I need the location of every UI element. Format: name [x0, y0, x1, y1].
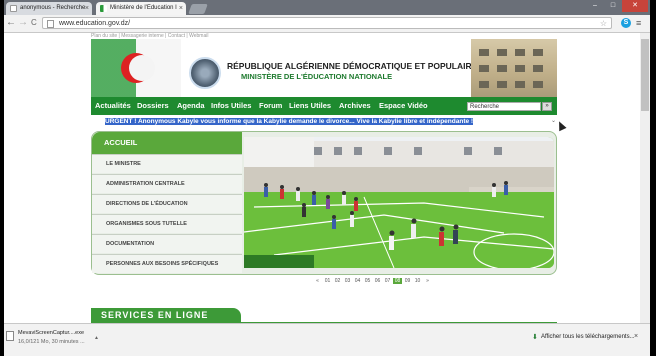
slideshow-photo[interactable]	[244, 137, 554, 268]
sidebar-item-administration[interactable]: ADMINISTRATION CENTRALE	[92, 174, 242, 193]
sidebar-item-documentation[interactable]: DOCUMENTATION	[92, 234, 242, 253]
search-input[interactable]: Recherche	[467, 102, 541, 111]
slideshow-pager: «01 02 03 04 05 06 07 08 09 10»	[313, 278, 433, 284]
new-tab-button[interactable]	[188, 4, 208, 14]
back-icon[interactable]: ←	[6, 17, 16, 29]
menu-icon[interactable]: ≡	[636, 18, 641, 28]
main-panel: ACCUEIL LE MINISTRE ADMINISTRATION CENTR…	[91, 131, 557, 275]
services-heading: SERVICES EN LIGNE	[91, 308, 241, 322]
vertical-scrollbar[interactable]	[640, 33, 650, 323]
pager-page-09[interactable]: 09	[403, 278, 412, 284]
nav-liens-utiles[interactable]: Liens Utiles	[289, 97, 331, 115]
download-file-name: MevaviScreenCaptur....exe	[18, 330, 85, 336]
pager-page-07[interactable]: 07	[383, 278, 392, 284]
close-tab-icon[interactable]: ×	[85, 2, 89, 15]
forward-icon[interactable]: →	[18, 17, 28, 29]
sidebar-item-organismes[interactable]: ORGANISMES SOUS TUTELLE	[92, 214, 242, 233]
mouse-cursor-icon	[555, 119, 567, 132]
sidebar-item-directions[interactable]: DIRECTIONS DE L'ÉDUCATION	[92, 194, 242, 213]
sidebar-item-personnes[interactable]: PERSONNES AUX BESOINS SPÉCIFIQUES	[92, 254, 242, 273]
sidebar-header[interactable]: ACCUEIL	[92, 132, 242, 154]
sidebar-item-le-ministre[interactable]: LE MINISTRE	[92, 154, 242, 173]
nav-actualites[interactable]: Actualités	[95, 97, 131, 115]
close-window-button[interactable]: ✕	[622, 0, 648, 12]
website: Plan du site | Messagerie interne | Cont…	[91, 33, 567, 323]
tab-education[interactable]: Ministère de l'Education I ×	[96, 2, 186, 15]
nav-dossiers[interactable]: Dossiers	[137, 97, 169, 115]
pager-prev-button[interactable]: «	[313, 278, 322, 284]
pager-next-button[interactable]: »	[423, 278, 432, 284]
file-icon	[6, 331, 14, 341]
schoolyard-image	[244, 137, 554, 268]
pager-page-02[interactable]: 02	[333, 278, 342, 284]
ministry-emblem-icon	[189, 57, 221, 89]
news-ticker[interactable]: URGENT ! Anonymous Kabyle vous informe q…	[105, 117, 535, 127]
nav-espace-video[interactable]: Espace Vidéo	[379, 97, 428, 115]
download-item[interactable]: MevaviScreenCaptur....exe 16,0/121 Mo, 3…	[6, 329, 99, 351]
nav-agenda[interactable]: Agenda	[177, 97, 205, 115]
url-text: www.education.gov.dz/	[59, 20, 131, 27]
nav-archives[interactable]: Archives	[339, 97, 371, 115]
show-all-downloads-link[interactable]: Afficher tous les téléchargements...	[541, 334, 635, 340]
url-input[interactable]: www.education.gov.dz/ ☆	[42, 17, 612, 29]
nav-forum[interactable]: Forum	[259, 97, 282, 115]
nav-infos-utiles[interactable]: Infos Utiles	[211, 97, 251, 115]
site-subtitle: Ministère de l'Éducation Nationale	[241, 72, 393, 81]
sidebar: ACCUEIL LE MINISTRE ADMINISTRATION CENTR…	[92, 132, 242, 274]
bookmark-star-icon[interactable]: ☆	[600, 18, 607, 30]
download-status: 16,0/121 Mo, 30 minutes ...	[18, 339, 85, 345]
address-bar: ← → C www.education.gov.dz/ ☆ S ≡	[4, 15, 650, 33]
ticker-text: URGENT ! Anonymous Kabyle vous informe q…	[105, 118, 474, 125]
pager-page-08[interactable]: 08	[393, 278, 402, 284]
download-icon: ⬇	[532, 334, 538, 341]
reload-icon[interactable]: C	[31, 17, 37, 29]
tab-label: Ministère de l'Education I	[110, 5, 177, 11]
pager-page-03[interactable]: 03	[343, 278, 352, 284]
search-button[interactable]: »	[542, 102, 552, 111]
close-tab-icon[interactable]: ×	[179, 2, 183, 15]
pager-page-06[interactable]: 06	[373, 278, 382, 284]
download-menu-icon[interactable]: ▲	[94, 335, 99, 341]
tab-bar: anonymous - Recherche × Ministère de l'E…	[4, 0, 650, 15]
site-header: République Algérienne Démocratique et Po…	[91, 39, 557, 99]
site-title: République Algérienne Démocratique et Po…	[227, 61, 478, 71]
pager-page-05[interactable]: 05	[363, 278, 372, 284]
scrollbar-thumb[interactable]	[641, 39, 649, 111]
building-photo	[471, 39, 557, 99]
flag-favicon-icon	[100, 5, 107, 12]
pager-page-10[interactable]: 10	[413, 278, 422, 284]
tab-label: anonymous - Recherche	[20, 5, 86, 11]
tab-search[interactable]: anonymous - Recherche ×	[6, 2, 92, 15]
maximize-button[interactable]: □	[604, 0, 622, 12]
pager-page-01[interactable]: 01	[323, 278, 332, 284]
skype-icon[interactable]: S	[621, 18, 631, 28]
page-icon	[47, 20, 54, 28]
minimize-button[interactable]: –	[586, 0, 604, 12]
close-download-bar-icon[interactable]: ×	[634, 333, 638, 340]
browser-window: anonymous - Recherche × Ministère de l'E…	[4, 0, 650, 356]
crescent-icon	[121, 53, 155, 83]
pager-page-04[interactable]: 04	[353, 278, 362, 284]
page-favicon-icon	[10, 5, 17, 12]
download-bar: MevaviScreenCaptur....exe 16,0/121 Mo, 3…	[4, 323, 650, 356]
main-nav: Actualités Dossiers Agenda Infos Utiles …	[91, 97, 557, 115]
